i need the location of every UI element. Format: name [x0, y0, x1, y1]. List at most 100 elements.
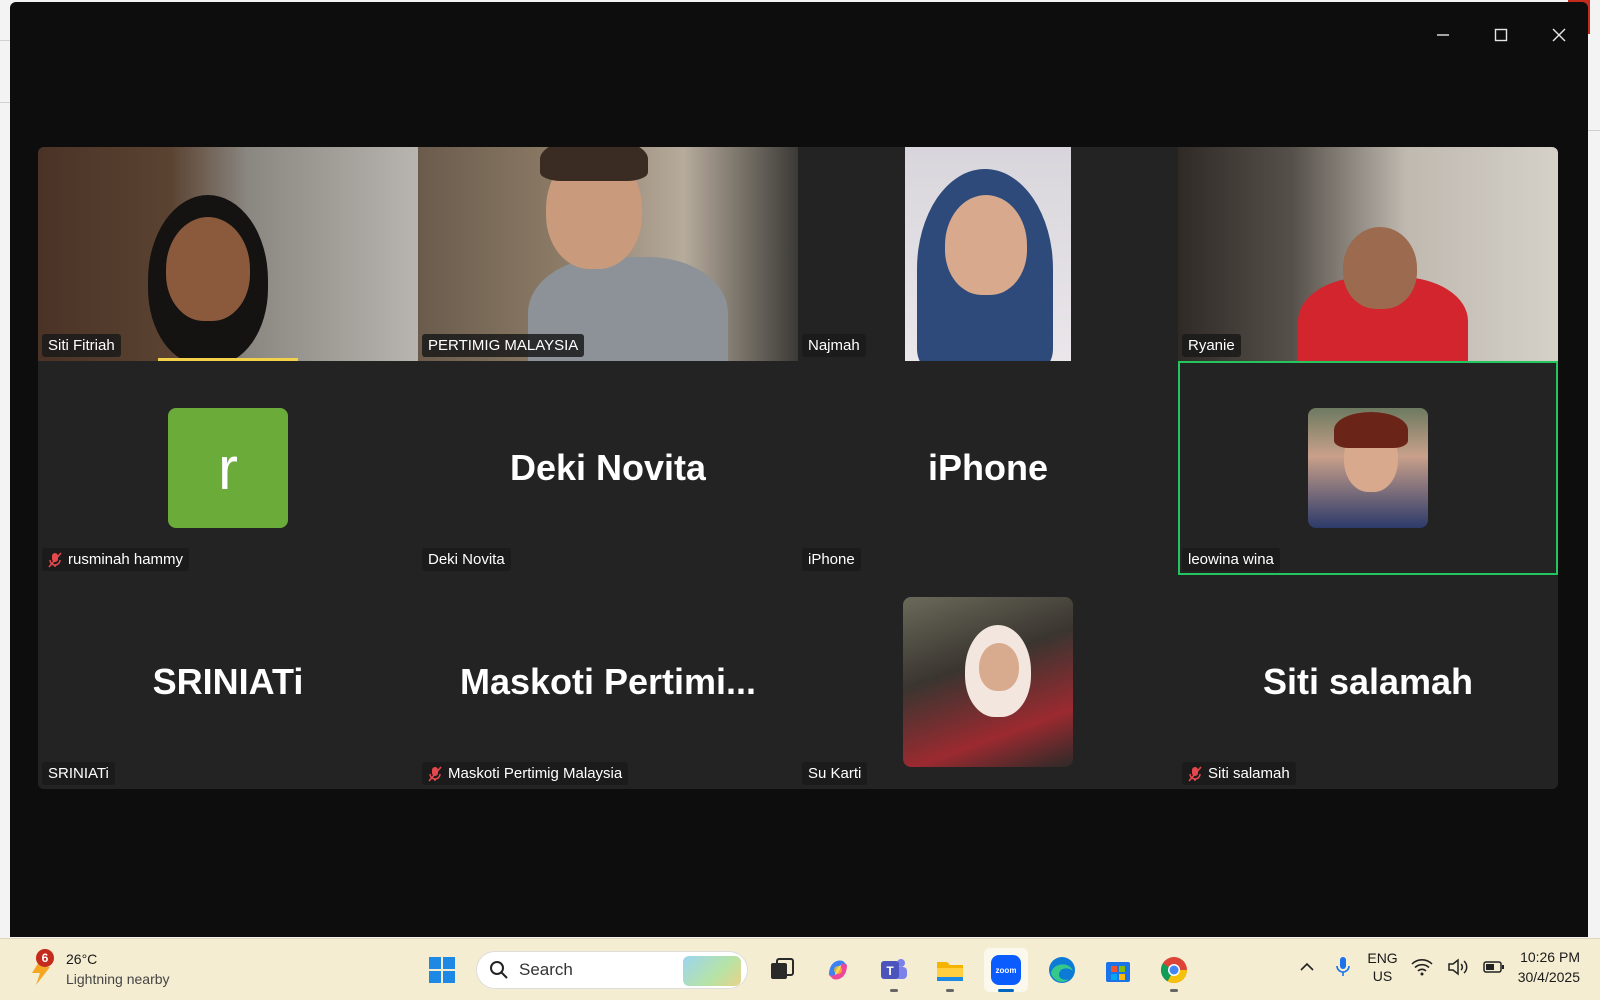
participant-name-tag: Ryanie — [1182, 334, 1241, 357]
windows-start-button[interactable] — [420, 948, 464, 992]
participant-name: Ryanie — [1188, 337, 1235, 354]
participant-hair — [1334, 412, 1408, 448]
windows-start-icon — [429, 957, 455, 983]
maximize-button[interactable] — [1472, 2, 1530, 68]
participant-name: Najmah — [808, 337, 860, 354]
minimize-button[interactable] — [1414, 2, 1472, 68]
teams-icon: T — [881, 959, 907, 979]
chevron-up-icon — [1300, 962, 1314, 971]
participant-tile[interactable]: PERTIMIG MALAYSIA — [418, 147, 798, 361]
running-indicator — [890, 989, 898, 992]
task-view-icon — [771, 958, 794, 979]
region-code: US — [1372, 968, 1393, 984]
chrome-icon — [1160, 957, 1188, 984]
maximize-icon — [1494, 28, 1508, 42]
battery-button[interactable] — [1482, 955, 1506, 979]
participant-name-tag: leowina wina — [1182, 548, 1280, 571]
edge-button[interactable] — [1040, 948, 1084, 992]
svg-text:zoom: zoom — [996, 966, 1017, 975]
avatar — [903, 597, 1073, 767]
volume-button[interactable] — [1446, 955, 1470, 979]
participant-display-name: Siti salamah — [1178, 575, 1558, 789]
video-feed — [1178, 147, 1558, 361]
weather-desc: Lightning nearby — [66, 971, 170, 987]
participant-name-tag: Siti Fitriah — [42, 334, 121, 357]
close-button[interactable] — [1530, 2, 1588, 68]
mic-muted-icon — [1188, 765, 1202, 782]
clock-date: 30/4/2025 — [1517, 969, 1580, 985]
participant-tile[interactable]: Ryanie — [1178, 147, 1558, 361]
minimize-icon — [1437, 34, 1449, 36]
participant-hair — [540, 147, 648, 181]
store-icon — [1106, 962, 1130, 982]
participant-display-name: SRINIATi — [38, 575, 418, 789]
participant-name-tag: Su Karti — [802, 762, 868, 785]
participant-name-tag: PERTIMIG MALAYSIA — [422, 334, 585, 357]
divider — [0, 102, 10, 103]
zoom-button[interactable]: zoom — [984, 948, 1028, 992]
participant-name-tag: rusminah hammy — [42, 548, 190, 571]
clock[interactable]: 10:26 PM 30/4/2025 — [1518, 947, 1580, 987]
task-view-button[interactable] — [760, 948, 804, 992]
participant-name: PERTIMIG MALAYSIA — [428, 337, 579, 354]
chrome-button[interactable] — [1152, 948, 1196, 992]
participant-tile[interactable]: Su Karti — [798, 575, 1178, 789]
divider — [1588, 130, 1600, 131]
system-tray: ENG US 10:26 PM 30/4/2025 — [1295, 947, 1580, 987]
participant-display-name: iPhone — [798, 361, 1178, 575]
mic-muted-icon — [428, 765, 442, 782]
microphone-icon — [1336, 957, 1351, 976]
volume-icon — [1447, 958, 1468, 976]
participant-tile[interactable]: Deki Novita Deki Novita — [418, 361, 798, 575]
participant-name: iPhone — [808, 551, 855, 568]
participant-video-face — [979, 643, 1019, 691]
search-placeholder: Search — [519, 960, 573, 979]
avatar — [1308, 408, 1428, 528]
mic-muted-icon — [48, 551, 62, 568]
video-feed — [418, 147, 798, 361]
participant-tile-active-speaker[interactable]: leowina wina — [1178, 361, 1558, 575]
input-language-indicator[interactable]: ENG US — [1367, 949, 1397, 985]
participant-name: Su Karti — [808, 765, 862, 782]
language-code: ENG — [1367, 950, 1398, 966]
microphone-button[interactable] — [1331, 955, 1355, 979]
participant-tile[interactable]: Siti salamah Siti salamah — [1178, 575, 1558, 789]
show-hidden-icons-button[interactable] — [1295, 955, 1319, 979]
participant-display-text: Deki Novita — [509, 447, 707, 488]
participant-tile[interactable]: Najmah — [798, 147, 1178, 361]
weather-temp: 26°C — [66, 951, 98, 967]
file-explorer-button[interactable] — [928, 948, 972, 992]
running-indicator — [1170, 989, 1178, 992]
participant-display-text: SRINIATi — [152, 661, 304, 702]
svg-text:T: T — [886, 964, 894, 978]
weather-text: 26°C Lightning nearby — [66, 949, 170, 989]
zoom-meeting-window: Siti Fitriah PERTIMIG MALAYSIA Najmah Ry… — [10, 2, 1588, 937]
window-controls — [1414, 2, 1588, 68]
battery-icon — [1482, 961, 1504, 973]
weather-widget[interactable]: 6 26°C Lightning nearby — [28, 949, 170, 989]
wifi-button[interactable] — [1410, 955, 1434, 979]
participant-name: Siti Fitriah — [48, 337, 115, 354]
participant-name: Maskoti Pertimig Malaysia — [448, 765, 623, 782]
participant-video-face — [945, 195, 1027, 295]
teams-button[interactable]: T — [872, 948, 916, 992]
participant-display-text: Maskoti Pertimi... — [459, 661, 757, 702]
participant-name-tag: iPhone — [802, 548, 861, 571]
video-feed — [38, 147, 418, 361]
close-icon — [1552, 28, 1566, 42]
lightning-icon: 6 — [28, 949, 56, 987]
participant-name-tag: Maskoti Pertimig Malaysia — [422, 762, 629, 785]
search-icon — [490, 961, 508, 979]
participant-tile[interactable]: SRINIATi SRINIATi — [38, 575, 418, 789]
participant-tile[interactable]: Maskoti Pertimi... Maskoti Pertimig Mala… — [418, 575, 798, 789]
participant-tile[interactable]: r rusminah hammy — [38, 361, 418, 575]
participant-tile[interactable]: iPhone iPhone — [798, 361, 1178, 575]
participant-display-text: Siti salamah — [1262, 661, 1474, 702]
store-button[interactable] — [1096, 948, 1140, 992]
participant-tile[interactable]: Siti Fitriah — [38, 147, 418, 361]
file-explorer-icon — [937, 962, 963, 981]
copilot-button[interactable] — [816, 948, 860, 992]
clock-time: 10:26 PM — [1520, 949, 1580, 965]
participant-video-face — [1343, 227, 1417, 309]
taskbar-search-box[interactable]: Search — [476, 951, 748, 989]
